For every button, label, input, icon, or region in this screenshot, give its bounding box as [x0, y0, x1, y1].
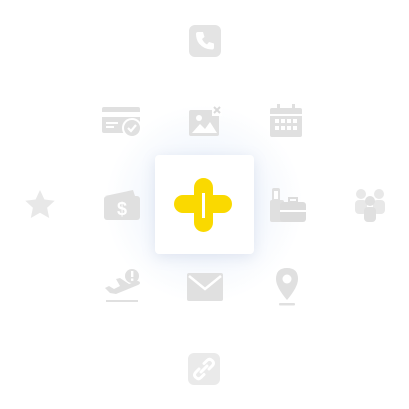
center-logo-tile[interactable]	[155, 155, 254, 254]
credit-card-check-icon[interactable]	[101, 106, 143, 138]
calendar-icon[interactable]	[269, 104, 303, 138]
star-icon[interactable]	[23, 188, 57, 222]
cash-wallet-icon[interactable]: $	[102, 188, 142, 222]
svg-text:$: $	[117, 199, 127, 219]
phone-icon[interactable]	[188, 24, 222, 58]
icon-grid-canvas: $	[0, 0, 409, 409]
flight-alert-icon[interactable]	[102, 268, 142, 304]
link-icon[interactable]	[187, 352, 221, 386]
luggage-icon[interactable]	[268, 186, 308, 224]
people-group-icon[interactable]	[351, 187, 389, 223]
health-plus-logo-icon	[174, 178, 232, 232]
location-pin-icon[interactable]	[272, 266, 302, 306]
email-icon[interactable]	[186, 272, 224, 302]
image-remove-icon[interactable]	[188, 106, 222, 138]
